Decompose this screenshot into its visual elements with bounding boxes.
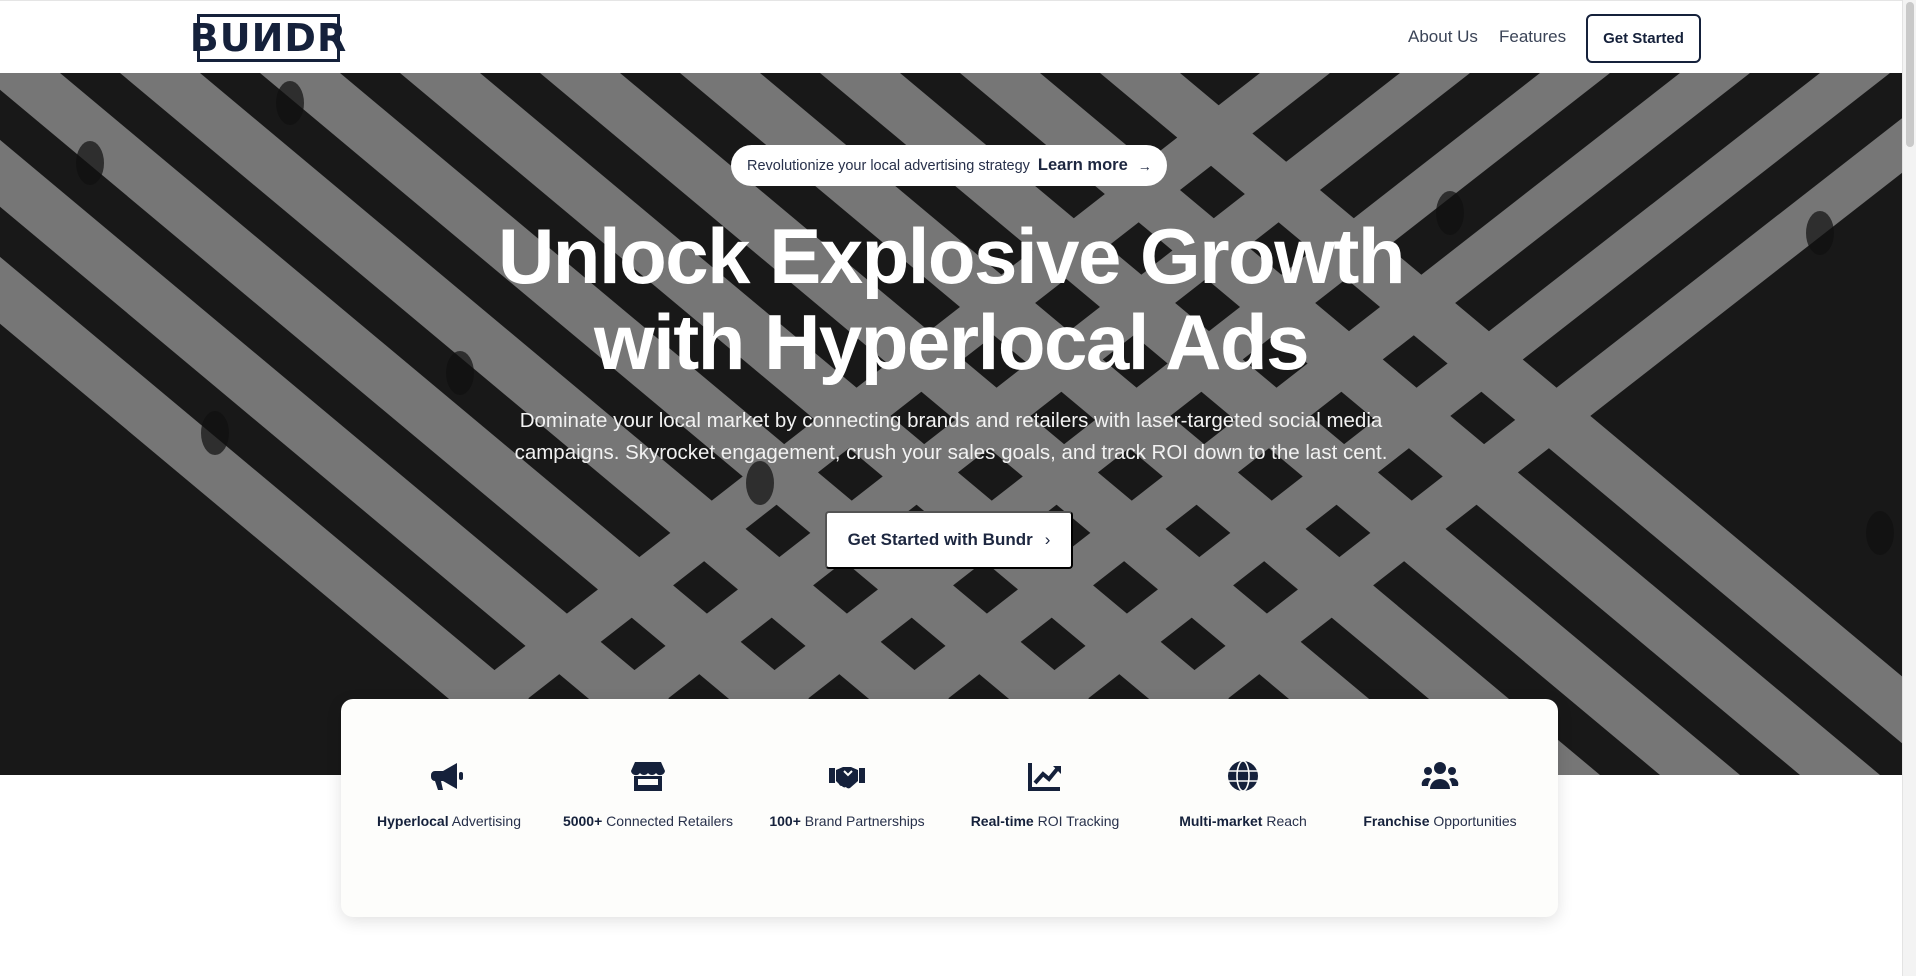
- feature-label: Real-time ROI Tracking: [970, 813, 1120, 829]
- arrow-right-icon: →: [1137, 157, 1152, 174]
- announcement-pill[interactable]: Revolutionize your local advertising str…: [731, 145, 1167, 186]
- hero-subtitle: Dominate your local market by connecting…: [514, 409, 1388, 464]
- users-icon: [1421, 762, 1459, 789]
- headline-line-1: Unlock Explosive Growth: [497, 212, 1406, 300]
- page: BUИDR About Us Features Get Started Revo…: [0, 0, 1916, 976]
- headline-line-2: with Hyperlocal Ads: [593, 298, 1310, 386]
- get-started-button[interactable]: Get Started: [1586, 14, 1701, 63]
- nav-link-features[interactable]: Features: [1499, 27, 1566, 47]
- feature-label: 100+ Brand Partnerships: [769, 813, 925, 829]
- get-started-with-bundr-button[interactable]: Get Started with Bundr ›: [825, 511, 1073, 569]
- features-card: Hyperlocal Advertising 5000+ Connected R…: [341, 699, 1558, 917]
- feature-label: Franchise Opportunities: [1363, 813, 1517, 829]
- scrollbar-thumb[interactable]: [1906, 2, 1914, 147]
- globe-icon: [1228, 760, 1258, 792]
- feature-label: Multi-market Reach: [1179, 813, 1307, 829]
- megaphone-icon: [431, 763, 463, 790]
- hero-cta-label: Get Started with Bundr: [847, 530, 1033, 549]
- hero-headline: Unlock Explosive Growth with Hyperlocal …: [451, 213, 1451, 385]
- store-icon: [631, 762, 665, 791]
- announcement-text: Revolutionize your local advertising str…: [747, 157, 1030, 174]
- top-nav: BUИDR About Us Features Get Started: [0, 0, 1902, 73]
- feature-label: 5000+ Connected Retailers: [562, 813, 734, 829]
- nav-link-about-us[interactable]: About Us: [1408, 27, 1478, 47]
- chart-line-icon: [1028, 763, 1061, 791]
- learn-more-link[interactable]: Learn more: [1038, 156, 1128, 175]
- chevron-right-icon: ›: [1044, 530, 1051, 549]
- hero: Revolutionize your local advertising str…: [0, 73, 1902, 775]
- logo[interactable]: BUИDR: [190, 14, 346, 62]
- handshake-icon: [829, 767, 865, 789]
- page-scrollbar[interactable]: [1902, 0, 1916, 976]
- feature-label: Hyperlocal Advertising: [377, 813, 521, 829]
